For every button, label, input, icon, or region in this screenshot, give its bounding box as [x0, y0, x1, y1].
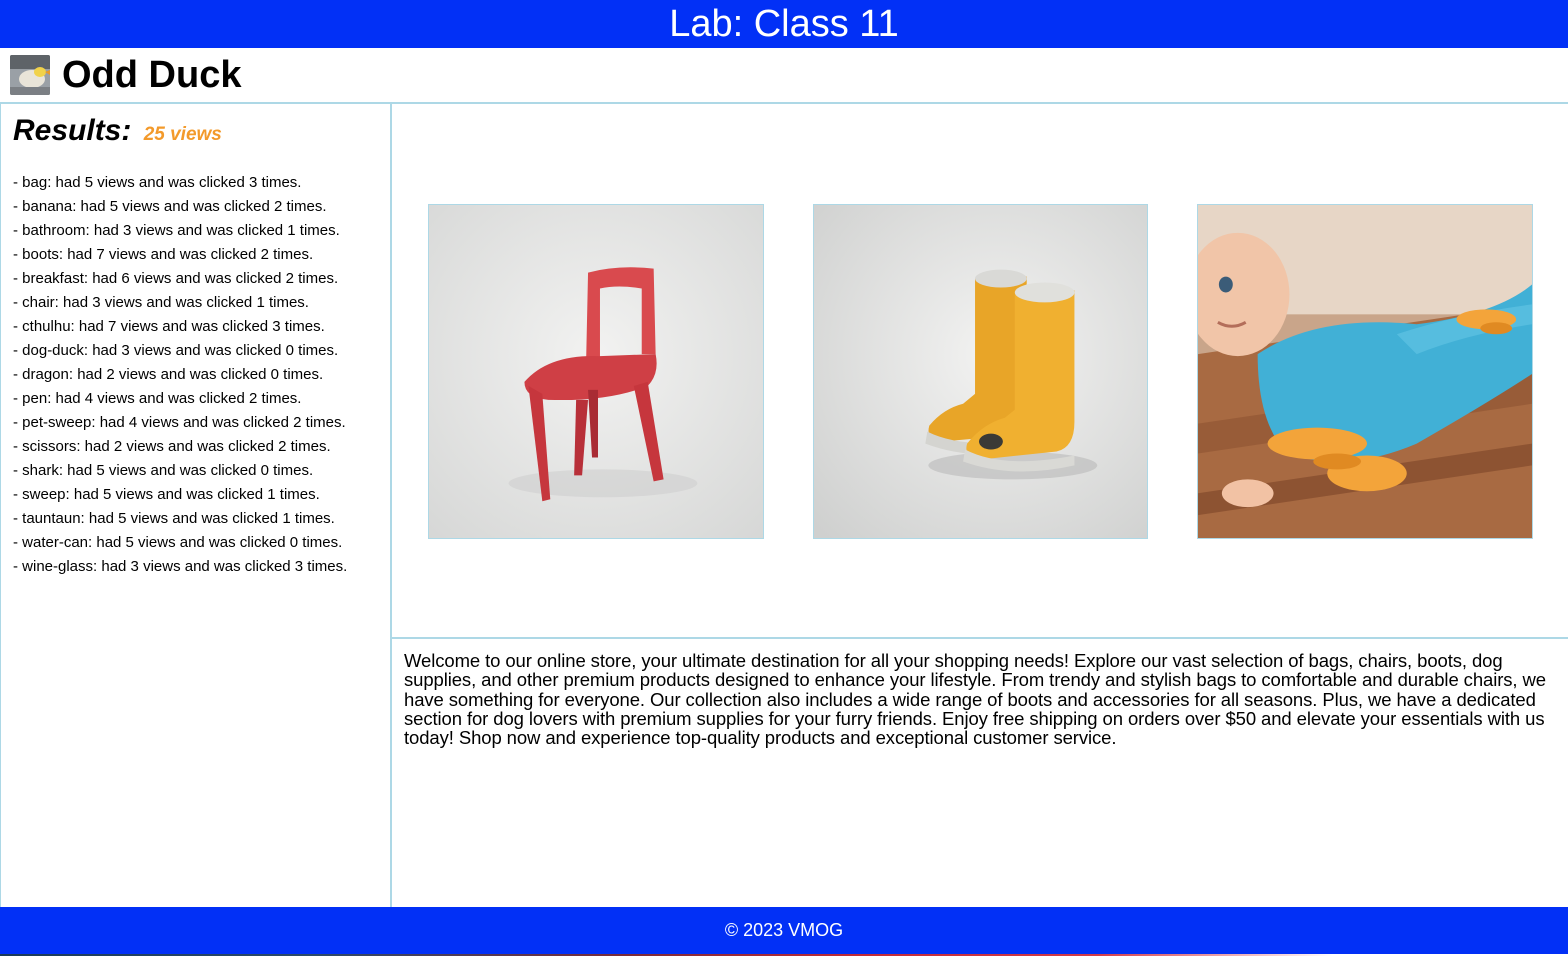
- results-heading: Results: 25 views: [13, 114, 378, 149]
- list-item: - shark: had 5 views and was clicked 0 t…: [13, 461, 314, 479]
- product-image-sweep[interactable]: [1197, 204, 1533, 539]
- results-list: - bag: had 5 views and was clicked 3 tim…: [13, 171, 378, 579]
- list-item: - scissors: had 2 views and was clicked …: [13, 437, 331, 455]
- list-item: - water-can: had 5 views and was clicked…: [13, 533, 343, 551]
- app-header: Odd Duck: [0, 48, 1568, 104]
- sweep-baby-image: [1198, 205, 1532, 538]
- store-description: Welcome to our online store, your ultima…: [392, 639, 1568, 907]
- list-item: - pet-sweep: had 4 views and was clicked…: [13, 413, 346, 431]
- list-item: - tauntaun: had 5 views and was clicked …: [13, 509, 335, 527]
- list-item: - wine-glass: had 3 views and was clicke…: [13, 557, 348, 575]
- list-item: - chair: had 3 views and was clicked 1 t…: [13, 293, 309, 311]
- list-item: - cthulhu: had 7 views and was clicked 3…: [13, 317, 325, 335]
- banner-title: Lab: Class 11: [669, 3, 899, 45]
- chair-image: [429, 205, 763, 538]
- footer: © 2023 VMOG: [0, 907, 1568, 954]
- list-item: - bathroom: had 3 views and was clicked …: [13, 221, 340, 239]
- list-item: - bag: had 5 views and was clicked 3 tim…: [13, 173, 302, 191]
- list-item: - banana: had 5 views and was clicked 2 …: [13, 197, 327, 215]
- list-item: - boots: had 7 views and was clicked 2 t…: [13, 245, 314, 263]
- list-item: - pen: had 4 views and was clicked 2 tim…: [13, 389, 302, 407]
- description-text: Welcome to our online store, your ultima…: [404, 650, 1546, 749]
- list-item: - dog-duck: had 3 views and was clicked …: [13, 341, 339, 359]
- product-image-boots[interactable]: [813, 204, 1148, 539]
- list-item: - sweep: had 5 views and was clicked 1 t…: [13, 485, 320, 503]
- product-image-chair[interactable]: [428, 204, 764, 539]
- results-views-count: 25 views: [143, 124, 222, 145]
- list-item: - dragon: had 2 views and was clicked 0 …: [13, 365, 324, 383]
- boots-image: [814, 205, 1147, 538]
- list-item: - breakfast: had 6 views and was clicked…: [13, 269, 339, 287]
- product-gallery: [392, 104, 1568, 639]
- app-title: Odd Duck: [62, 54, 242, 96]
- results-panel: Results: 25 views - bag: had 5 views and…: [0, 104, 392, 907]
- odd-duck-logo-icon: [10, 55, 50, 95]
- results-label: Results:: [13, 114, 132, 147]
- copyright-text: © 2023 VMOG: [724, 920, 844, 940]
- top-banner: Lab: Class 11: [0, 0, 1568, 48]
